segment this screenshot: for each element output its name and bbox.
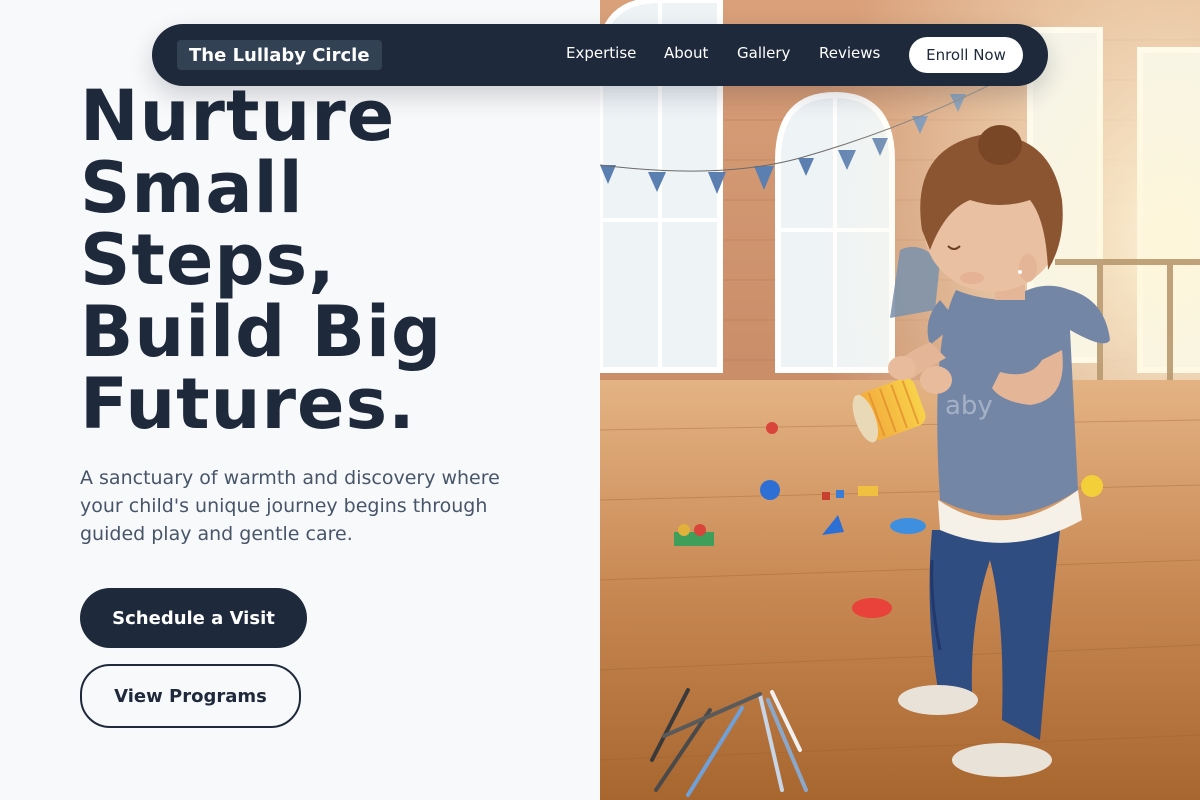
nav-link-about[interactable]: About (664, 44, 708, 62)
nav-link-reviews[interactable]: Reviews (819, 44, 880, 62)
photo-watermark-text: aby (945, 391, 993, 421)
hero-photo: aby (600, 0, 1200, 800)
hero-section: Nurture Small Steps, Build Big Futures. … (0, 0, 600, 800)
nav-link-expertise[interactable]: Expertise (566, 44, 636, 62)
hero-headline: Nurture Small Steps, Build Big Futures. (80, 80, 580, 440)
toddler-playroom-illustration: aby (600, 0, 1200, 800)
headline-line: Futures. (80, 363, 416, 445)
enroll-now-button[interactable]: Enroll Now (909, 37, 1023, 73)
hero-subtext: A sanctuary of warmth and discovery wher… (80, 467, 500, 545)
schedule-visit-button[interactable]: Schedule a Visit (80, 588, 307, 648)
brand-logo[interactable]: The Lullaby Circle (177, 40, 382, 70)
headline-line: Steps, (80, 219, 336, 301)
headline-line: Small (80, 147, 304, 229)
headline-line: Build Big (80, 291, 443, 373)
top-nav-bar: The Lullaby Circle Expertise About Galle… (152, 24, 1048, 86)
headline-line: Nurture (80, 75, 396, 157)
view-programs-button[interactable]: View Programs (80, 664, 301, 728)
nav-link-gallery[interactable]: Gallery (737, 44, 790, 62)
